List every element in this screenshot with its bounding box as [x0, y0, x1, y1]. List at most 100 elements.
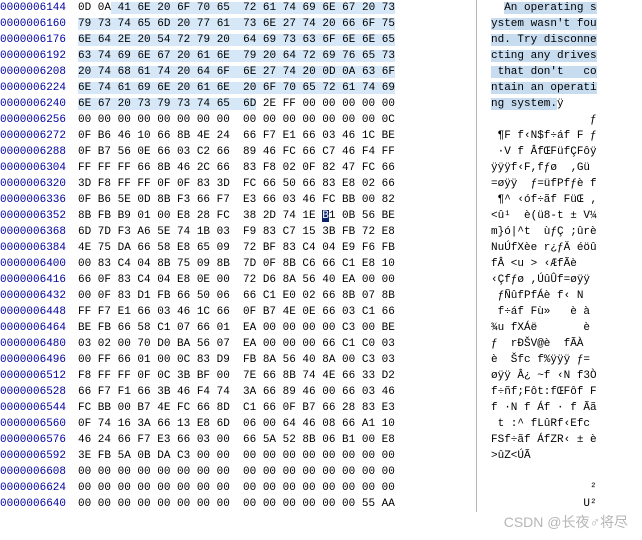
- ascii-row[interactable]: ²: [491, 480, 597, 496]
- offset-cell: 0000006320: [0, 176, 78, 192]
- bytes-row[interactable]: 0F B6 5E 0D 8B F3 66 F7 E3 66 03 46 FC B…: [78, 192, 476, 208]
- ascii-row[interactable]: ƒÑûfPfÁè f‹ N: [491, 288, 597, 304]
- watermark-text: CSDN @长夜♂将尽: [504, 514, 628, 530]
- offset-cell: 0000006640: [0, 496, 78, 512]
- offset-cell: 0000006208: [0, 64, 78, 80]
- bytes-row[interactable]: FC BB 00 B7 4E FC 66 8D C1 66 0F B7 66 2…: [78, 400, 476, 416]
- bytes-row[interactable]: 6D 7D F3 A6 5E 74 1B 03 F9 83 C7 15 3B F…: [78, 224, 476, 240]
- offset-cell: 0000006176: [0, 32, 78, 48]
- offset-cell: 0000006272: [0, 128, 78, 144]
- ascii-row[interactable]: ng system.ÿ: [491, 96, 597, 112]
- ascii-row[interactable]: ystem wasn't fou: [491, 16, 597, 32]
- bytes-row[interactable]: 0D 0A 41 6E 20 6F 70 65 72 61 74 69 6E 6…: [78, 0, 476, 16]
- bytes-row[interactable]: 3E FB 5A 0B DA C3 00 00 00 00 00 00 00 0…: [78, 448, 476, 464]
- ascii-row[interactable]: ¶F f‹N$f÷áf F ƒ: [491, 128, 597, 144]
- bytes-row[interactable]: 46 24 66 F7 E3 66 03 00 66 5A 52 8B 06 B…: [78, 432, 476, 448]
- ascii-row[interactable]: cting any drives: [491, 48, 597, 64]
- ascii-row[interactable]: ·V f ÂfŒFüfÇFôÿ: [491, 144, 597, 160]
- ascii-row[interactable]: m}ó|^t ùƒÇ ;ûrè: [491, 224, 597, 240]
- bytes-row[interactable]: FF FF FF 66 8B 46 2C 66 83 F8 02 0F 82 4…: [78, 160, 476, 176]
- bytes-row[interactable]: 6E 67 20 73 79 73 74 65 6D 2E FF 00 00 0…: [78, 96, 476, 112]
- bytes-row[interactable]: 3D F8 FF FF 0F 0F 83 3D FC 66 50 66 83 E…: [78, 176, 476, 192]
- ascii-row[interactable]: f÷ñf;Fôt:fŒFôf F: [491, 384, 597, 400]
- offset-cell: 0000006592: [0, 448, 78, 464]
- offset-cell: 0000006256: [0, 112, 78, 128]
- ascii-row[interactable]: øÿÿ Â¿ ~f ‹N f3Ò: [491, 368, 597, 384]
- offset-cell: 0000006544: [0, 400, 78, 416]
- ascii-row[interactable]: t :^ fLûRf‹Efc: [491, 416, 597, 432]
- bytes-row[interactable]: 00 FF 66 01 00 0C 83 D9 FB 8A 56 40 8A 0…: [78, 352, 476, 368]
- ascii-row[interactable]: ¶^ ‹óf÷ãf FüŒ ‚: [491, 192, 597, 208]
- offset-cell: 0000006192: [0, 48, 78, 64]
- ascii-column[interactable]: An operating system wasn't found. Try di…: [477, 0, 597, 512]
- bytes-row[interactable]: 6E 64 2E 20 54 72 79 20 64 69 73 63 6F 6…: [78, 32, 476, 48]
- bytes-row[interactable]: 00 00 00 00 00 00 00 00 00 00 00 00 00 0…: [78, 496, 476, 512]
- ascii-row[interactable]: U²: [491, 496, 597, 512]
- offset-cell: 0000006368: [0, 224, 78, 240]
- ascii-row[interactable]: An operating s: [491, 0, 597, 16]
- bytes-row[interactable]: 00 00 00 00 00 00 00 00 00 00 00 00 00 0…: [78, 112, 476, 128]
- bytes-row[interactable]: 0F B7 56 0E 66 03 C2 66 89 46 FC 66 C7 4…: [78, 144, 476, 160]
- bytes-column[interactable]: 0D 0A 41 6E 20 6F 70 65 72 61 74 69 6E 6…: [78, 0, 477, 512]
- bytes-row[interactable]: 00 00 00 00 00 00 00 00 00 00 00 00 00 0…: [78, 480, 476, 496]
- offset-cell: 0000006464: [0, 320, 78, 336]
- offset-cell: 0000006512: [0, 368, 78, 384]
- ascii-row[interactable]: [491, 464, 597, 480]
- ascii-row[interactable]: ntain an operati: [491, 80, 597, 96]
- ascii-row[interactable]: >ûZ<ÚÃ: [491, 448, 597, 464]
- offset-cell: 0000006576: [0, 432, 78, 448]
- bytes-row[interactable]: 6E 74 61 69 6E 20 61 6E 20 6F 70 65 72 6…: [78, 80, 476, 96]
- bytes-row[interactable]: 66 0F 83 C4 04 E8 0E 00 72 D6 8A 56 40 E…: [78, 272, 476, 288]
- offset-cell: 0000006240: [0, 96, 78, 112]
- bytes-row[interactable]: 79 73 74 65 6D 20 77 61 73 6E 27 74 20 6…: [78, 16, 476, 32]
- bytes-row[interactable]: 00 83 C4 04 8B 75 09 8B 7D 0F 8B C6 66 C…: [78, 256, 476, 272]
- bytes-row[interactable]: 00 00 00 00 00 00 00 00 00 00 00 00 00 0…: [78, 464, 476, 480]
- ascii-row[interactable]: ƒ rÐŠV@è fÃÀ: [491, 336, 597, 352]
- ascii-row[interactable]: =øÿÿ ƒ=üfPfƒè f: [491, 176, 597, 192]
- offset-cell: 0000006352: [0, 208, 78, 224]
- bytes-row[interactable]: BE FB 66 58 C1 07 66 01 EA 00 00 00 00 C…: [78, 320, 476, 336]
- ascii-row[interactable]: ‹Çfƒø ,ÚûÛf=øÿÿ: [491, 272, 597, 288]
- ascii-row[interactable]: NuÚfXèe r¿ƒÄ éöû: [491, 240, 597, 256]
- bytes-row[interactable]: 00 0F 83 D1 FB 66 50 06 66 C1 E0 02 66 8…: [78, 288, 476, 304]
- offset-cell: 0000006144: [0, 0, 78, 16]
- bytes-row[interactable]: 66 F7 F1 66 3B 46 F4 74 3A 66 89 46 00 6…: [78, 384, 476, 400]
- offset-cell: 0000006560: [0, 416, 78, 432]
- ascii-row[interactable]: f÷áf Fù» è à: [491, 304, 597, 320]
- hex-viewer[interactable]: 0000006144000000616000000061760000006192…: [0, 0, 642, 512]
- ascii-row[interactable]: nd. Try disconne: [491, 32, 597, 48]
- offset-cell: 0000006384: [0, 240, 78, 256]
- bytes-row[interactable]: 0F B6 46 10 66 8B 4E 24 66 F7 E1 66 03 4…: [78, 128, 476, 144]
- offset-cell: 0000006496: [0, 352, 78, 368]
- bytes-row[interactable]: 0F 74 16 3A 66 13 E8 6D 06 00 64 46 08 6…: [78, 416, 476, 432]
- bytes-row[interactable]: 20 74 68 61 74 20 64 6F 6E 27 74 20 0D 0…: [78, 64, 476, 80]
- offset-column: 0000006144000000616000000061760000006192…: [0, 0, 78, 512]
- offset-cell: 0000006288: [0, 144, 78, 160]
- offset-cell: 0000006160: [0, 16, 78, 32]
- offset-cell: 0000006480: [0, 336, 78, 352]
- ascii-row[interactable]: that don't co: [491, 64, 597, 80]
- bytes-row[interactable]: 8B FB B9 01 00 E8 28 FC 38 2D 74 1E B1 0…: [78, 208, 476, 224]
- ascii-row[interactable]: <û¹ è(ü8-t ± V¼: [491, 208, 597, 224]
- ascii-row[interactable]: è Šfc f%ÿÿÿ ƒ=: [491, 352, 597, 368]
- ascii-row[interactable]: ÿÿÿf‹F,fƒø ‚Gü: [491, 160, 597, 176]
- offset-cell: 0000006608: [0, 464, 78, 480]
- bytes-row[interactable]: FF F7 E1 66 03 46 1C 66 0F B7 4E 0E 66 0…: [78, 304, 476, 320]
- bytes-row[interactable]: 03 02 00 70 D0 BA 56 07 EA 00 00 00 66 C…: [78, 336, 476, 352]
- offset-cell: 0000006432: [0, 288, 78, 304]
- offset-cell: 0000006224: [0, 80, 78, 96]
- offset-cell: 0000006528: [0, 384, 78, 400]
- offset-cell: 0000006624: [0, 480, 78, 496]
- ascii-row[interactable]: ƒ: [491, 112, 597, 128]
- offset-cell: 0000006304: [0, 160, 78, 176]
- offset-cell: 0000006336: [0, 192, 78, 208]
- ascii-row[interactable]: f ·N f Áf · f Ãã: [491, 400, 597, 416]
- ascii-row[interactable]: FSf÷ãf ÁfZR‹ ± è: [491, 432, 597, 448]
- bytes-row[interactable]: 63 74 69 6E 67 20 61 6E 79 20 64 72 69 7…: [78, 48, 476, 64]
- bytes-row[interactable]: F8 FF FF 0F 0C 3B BF 00 7E 66 8B 74 4E 6…: [78, 368, 476, 384]
- offset-cell: 0000006416: [0, 272, 78, 288]
- ascii-row[interactable]: fÂ <u > ‹ÆfÃè: [491, 256, 597, 272]
- offset-cell: 0000006400: [0, 256, 78, 272]
- ascii-row[interactable]: ¾u fXÁë è: [491, 320, 597, 336]
- bytes-row[interactable]: 4E 75 DA 66 58 E8 65 09 72 BF 83 C4 04 E…: [78, 240, 476, 256]
